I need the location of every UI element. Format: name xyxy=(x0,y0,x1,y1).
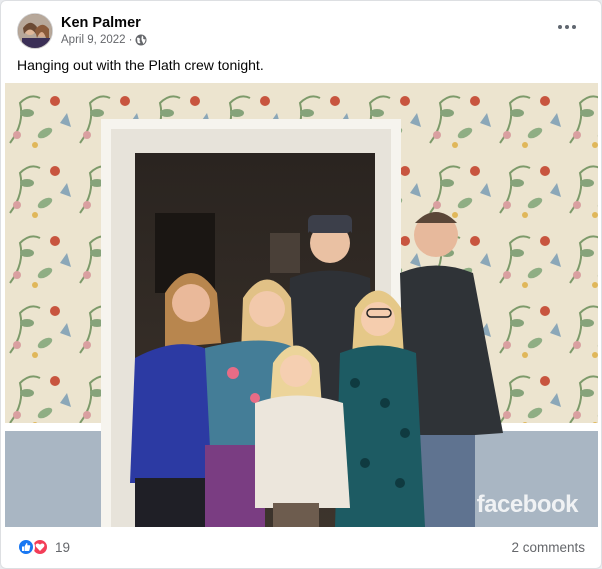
post-card: Ken Palmer April 9, 2022 · Hanging out w… xyxy=(0,0,602,569)
like-reaction-icon xyxy=(17,538,35,556)
facebook-watermark: facebook xyxy=(476,491,579,518)
date-separator: · xyxy=(128,34,133,46)
reactions-summary[interactable]: 19 xyxy=(17,538,70,556)
post-date[interactable]: April 9, 2022 xyxy=(61,34,126,46)
author-avatar[interactable] xyxy=(17,13,53,49)
reaction-count: 19 xyxy=(55,539,71,555)
post-text: Hanging out with the Plath crew tonight. xyxy=(17,57,264,73)
post-meta: April 9, 2022 · xyxy=(61,34,147,46)
post-footer: 19 2 comments xyxy=(17,533,585,561)
more-options-icon[interactable] xyxy=(555,19,579,35)
post-header: Ken Palmer April 9, 2022 · xyxy=(17,13,585,53)
globe-icon xyxy=(135,34,147,46)
reaction-icons xyxy=(17,538,49,556)
author-name[interactable]: Ken Palmer xyxy=(61,15,141,31)
comments-count[interactable]: 2 comments xyxy=(511,540,585,555)
post-photo[interactable]: facebook xyxy=(5,83,598,527)
